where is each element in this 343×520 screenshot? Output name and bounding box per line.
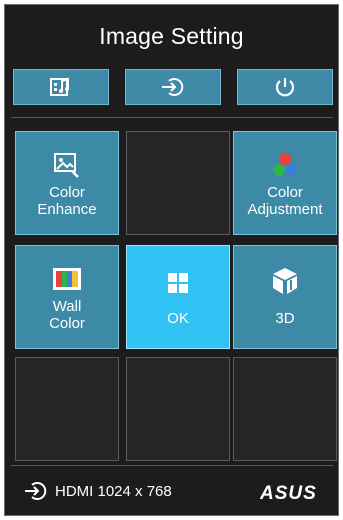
image-enhance-icon	[54, 153, 79, 178]
image-setting-icon	[50, 77, 69, 96]
tile-label: Wall Color	[49, 298, 85, 332]
input-source-icon	[162, 78, 184, 96]
divider	[11, 465, 333, 466]
input-source-tab[interactable]	[125, 69, 221, 105]
3d-tile[interactable]: 3D	[233, 245, 337, 349]
empty-tile	[126, 357, 230, 461]
brand-text: ASUS	[260, 483, 317, 501]
asus-logo: ASUS	[259, 483, 324, 506]
color-bars-icon	[53, 268, 81, 290]
tile-label: OK	[167, 310, 189, 327]
power-tab[interactable]	[237, 69, 333, 105]
empty-tile	[15, 357, 119, 461]
ok-button[interactable]: OK	[126, 245, 230, 349]
color-enhance-tile[interactable]: Color Enhance	[15, 131, 119, 235]
status-bar: HDMI 1024 x 768 ASUS	[5, 469, 338, 515]
grid-icon	[168, 273, 188, 293]
tile-label: Color Enhance	[37, 184, 97, 218]
input-source-icon	[25, 482, 47, 500]
empty-tile	[233, 357, 337, 461]
tile-label: 3D	[275, 310, 295, 327]
cube-3d-icon	[273, 268, 297, 294]
wall-color-tile[interactable]: Wall Color	[15, 245, 119, 349]
page-title: Image Setting	[99, 23, 244, 49]
image-setting-tab[interactable]	[13, 69, 109, 105]
empty-tile	[126, 131, 230, 235]
divider	[11, 117, 333, 118]
color-adjustment-tile[interactable]: Color Adjustment	[233, 131, 337, 235]
remote-panel: Image Setting Color Enhance Color Adjust…	[4, 4, 339, 516]
power-icon	[275, 78, 295, 97]
input-source-label: HDMI 1024 x 768	[55, 482, 172, 500]
rgb-circles-icon	[273, 153, 297, 176]
tile-label: Color Adjustment	[247, 184, 323, 218]
